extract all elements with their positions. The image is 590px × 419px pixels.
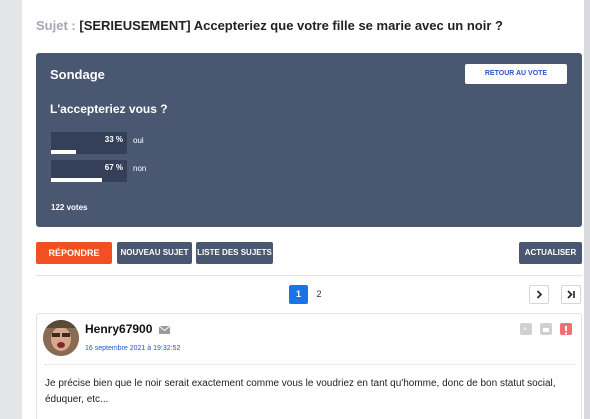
poll-option-box: 67 %	[51, 160, 127, 180]
reply-button[interactable]: RÉPONDRE	[36, 242, 112, 264]
right-scrollbar[interactable]	[584, 0, 590, 419]
subject-title: [SERIEUSEMENT] Accepteriez que votre fil…	[79, 18, 503, 33]
post-author[interactable]: Henry67900	[85, 322, 152, 336]
poll-option-percent: 33 %	[104, 135, 123, 144]
poll-panel: Sondage RETOUR AU VOTE L'accepteriez vou…	[36, 53, 582, 227]
poll-option-oui: 33 % oui	[51, 132, 251, 154]
subject-prefix: Sujet :	[36, 18, 76, 33]
quote-icon[interactable]: "	[520, 323, 532, 337]
chevron-right-icon	[536, 290, 543, 299]
topic-subject: Sujet : [SERIEUSEMENT] Accepteriez que v…	[36, 18, 503, 33]
left-gutter	[0, 0, 22, 419]
forum-post: Henry67900 16 septembre 2021 à 19:32:52 …	[36, 313, 582, 419]
page-2-link[interactable]: 2	[313, 285, 325, 304]
poll-vote-count: 122 votes	[51, 203, 88, 212]
poll-option-label: oui	[133, 136, 144, 145]
avatar[interactable]	[43, 320, 79, 356]
avatar-image	[43, 320, 79, 356]
post-separator	[45, 364, 575, 365]
poll-option-fill	[51, 150, 77, 154]
new-topic-button[interactable]: NOUVEAU SUJET	[117, 242, 192, 264]
poll-option-label: non	[133, 164, 147, 173]
private-message-icon[interactable]	[540, 323, 552, 335]
back-to-vote-button[interactable]: RETOUR AU VOTE	[465, 64, 567, 84]
svg-text:": "	[523, 327, 527, 336]
post-date[interactable]: 16 septembre 2021 à 19:32:52	[85, 345, 180, 352]
poll-title: Sondage	[50, 67, 105, 82]
mail-icon[interactable]	[159, 326, 170, 334]
last-page-button[interactable]	[561, 285, 581, 304]
poll-option-non: 67 % non	[51, 160, 251, 182]
chevron-last-icon	[567, 290, 575, 299]
poll-option-percent: 67 %	[104, 163, 123, 172]
poll-option-fill	[51, 178, 102, 182]
toolbar-divider	[36, 275, 582, 276]
poll-option-track	[51, 178, 127, 182]
next-page-button[interactable]	[529, 285, 549, 304]
topic-list-button[interactable]: LISTE DES SUJETS	[196, 242, 273, 264]
poll-option-track	[51, 150, 127, 154]
poll-option-box: 33 %	[51, 132, 127, 152]
post-body: Je précise bien que le noir serait exact…	[45, 378, 556, 405]
poll-question: L'accepteriez vous ?	[50, 102, 168, 116]
refresh-button[interactable]: ACTUALISER	[519, 242, 582, 264]
page-1-button[interactable]: 1	[289, 285, 308, 304]
alert-icon[interactable]	[560, 323, 572, 335]
